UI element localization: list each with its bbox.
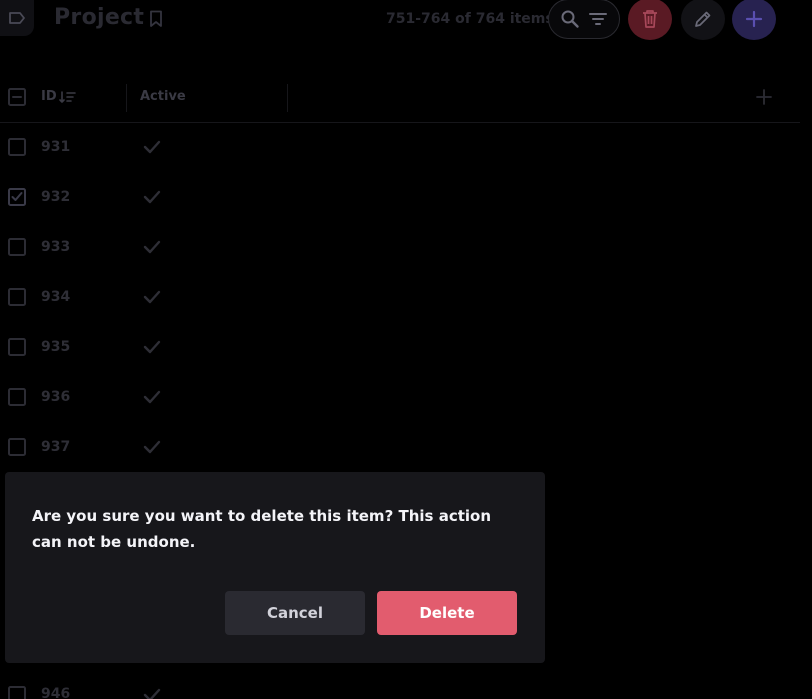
- table-row[interactable]: 934: [0, 272, 800, 322]
- check-icon: [143, 340, 161, 354]
- table-row[interactable]: 935: [0, 322, 800, 372]
- check-icon: [143, 190, 161, 204]
- sort-icon[interactable]: [59, 89, 77, 105]
- page-title: Project: [54, 5, 145, 30]
- filter-icon: [589, 13, 607, 25]
- row-checkbox[interactable]: [8, 438, 26, 456]
- row-checkbox[interactable]: [8, 288, 26, 306]
- trash-icon: [643, 10, 657, 28]
- delete-confirmation-dialog: Are you sure you want to delete this ite…: [5, 472, 545, 663]
- search-icon: [561, 10, 579, 28]
- column-divider[interactable]: [287, 84, 288, 112]
- row-checkbox[interactable]: [8, 138, 26, 156]
- row-id: 936: [41, 389, 71, 405]
- row-id: 933: [41, 239, 71, 255]
- filter-button[interactable]: [587, 8, 609, 30]
- add-item-button[interactable]: [732, 0, 776, 40]
- row-id: 946: [41, 686, 71, 699]
- cancel-button[interactable]: Cancel: [225, 591, 365, 635]
- check-icon: [143, 390, 161, 404]
- row-id: 937: [41, 439, 71, 455]
- check-icon: [143, 440, 161, 454]
- column-header-id[interactable]: ID: [41, 89, 57, 105]
- table-row[interactable]: 937: [0, 422, 800, 472]
- table-row[interactable]: 933: [0, 222, 800, 272]
- confirm-delete-button[interactable]: Delete: [377, 591, 517, 635]
- row-checkbox[interactable]: [8, 388, 26, 406]
- select-all-checkbox[interactable]: [8, 88, 26, 106]
- check-icon: [143, 290, 161, 304]
- table-row[interactable]: 936: [0, 372, 800, 422]
- table-row[interactable]: 932: [0, 172, 800, 222]
- edit-button[interactable]: [681, 0, 725, 40]
- table-header: ID Active: [0, 72, 800, 123]
- row-checkbox[interactable]: [8, 238, 26, 256]
- row-id: 931: [41, 139, 71, 155]
- bookmark-icon: [150, 10, 162, 27]
- sidebar-toggle-icon: [9, 12, 25, 24]
- item-count: 751-764 of 764 items: [386, 11, 554, 27]
- column-header-active[interactable]: Active: [140, 89, 186, 105]
- app-window: Project 751-764 of 764 items ID Active 9…: [0, 0, 812, 699]
- table-row[interactable]: 946: [0, 680, 800, 699]
- dialog-message: Are you sure you want to delete this ite…: [32, 507, 492, 551]
- search-button[interactable]: [559, 8, 581, 30]
- row-id: 932: [41, 189, 71, 205]
- row-checkbox[interactable]: [8, 686, 26, 699]
- pencil-icon: [695, 11, 711, 27]
- check-icon: [143, 688, 161, 699]
- row-id: 934: [41, 289, 71, 305]
- sidebar-toggle-button[interactable]: [0, 0, 34, 36]
- top-bar: Project 751-764 of 764 items: [0, 0, 812, 40]
- plus-icon: [756, 89, 772, 105]
- column-divider[interactable]: [126, 84, 127, 112]
- row-checkbox[interactable]: [8, 338, 26, 356]
- check-icon: [143, 140, 161, 154]
- row-checkbox[interactable]: [8, 188, 26, 206]
- bookmark-button[interactable]: [146, 8, 166, 30]
- plus-icon: [745, 10, 763, 28]
- delete-button[interactable]: [628, 0, 672, 40]
- table-row[interactable]: 931: [0, 122, 800, 172]
- add-column-button[interactable]: [754, 87, 774, 107]
- row-id: 935: [41, 339, 71, 355]
- check-icon: [143, 240, 161, 254]
